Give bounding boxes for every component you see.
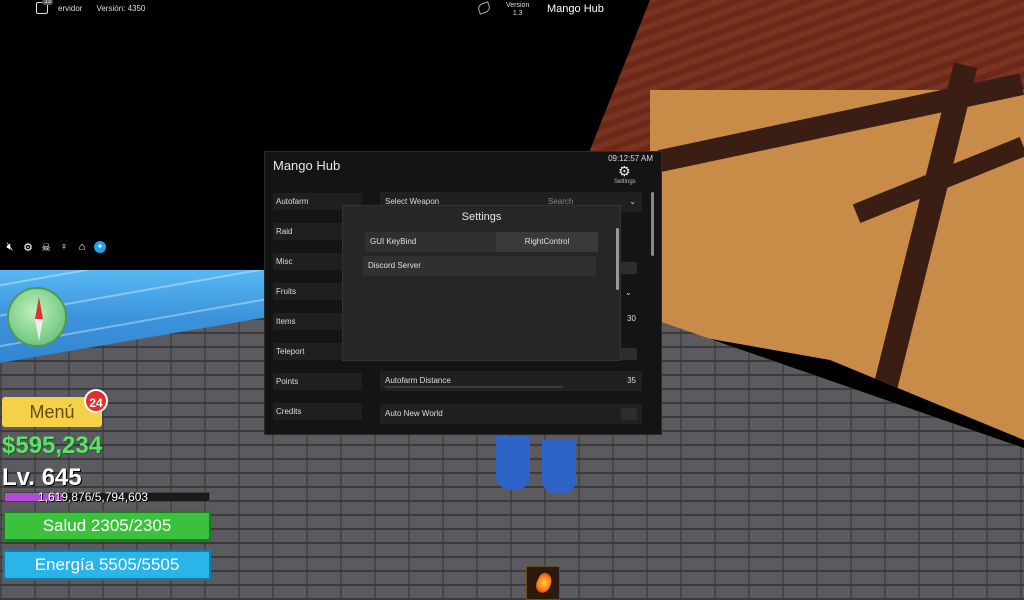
auto-new-world-label: Auto New World xyxy=(385,409,443,418)
player-leg xyxy=(496,436,530,490)
discord-server-button[interactable]: Discord Server xyxy=(363,256,596,276)
energy-bar: Energía 5505/5505 xyxy=(3,550,211,580)
autofarm-distance-slider[interactable]: Autofarm Distance 35 xyxy=(380,371,642,391)
microphone-icon[interactable]: ♀ xyxy=(58,241,70,254)
sidebar-item-points[interactable]: Points xyxy=(273,373,362,390)
gear-icon[interactable]: ⚙ xyxy=(22,241,34,254)
hub-version-number: 1.3 xyxy=(512,10,523,17)
toggle-switch[interactable] xyxy=(621,408,637,420)
settings-panel: Settings GUI KeyBind RightControl Discor… xyxy=(342,205,621,361)
hub-clock: 09:12:57 AM xyxy=(608,154,653,163)
hidden-toggle[interactable] xyxy=(621,348,637,360)
hub-scrollbar[interactable] xyxy=(651,192,654,256)
quick-icons: 🔇︎ ⚙ ☠ ♀ ⌂ ✦ xyxy=(4,241,106,254)
gui-keybind-row[interactable]: GUI KeyBind RightControl xyxy=(365,232,598,252)
player-character xyxy=(492,436,582,496)
hidden-toggle[interactable] xyxy=(621,262,637,274)
twitter-icon[interactable]: ✦ xyxy=(94,241,106,253)
chevron-down-icon[interactable]: ⌄ xyxy=(625,288,632,297)
server-badge: 13 xyxy=(42,0,53,5)
hidden-slider-value: 30 xyxy=(627,314,636,323)
mute-icon[interactable]: 🔇︎ xyxy=(4,241,16,254)
topbar-left: 13 ervidor Versión: 4350 xyxy=(0,0,145,16)
settings-gear-icon[interactable]: ⚙ xyxy=(618,163,631,180)
gui-keybind-label: GUI KeyBind xyxy=(370,237,417,246)
compass-needle-south xyxy=(35,319,43,341)
autofarm-distance-label: Autofarm Distance xyxy=(385,376,451,385)
settings-label[interactable]: Settings xyxy=(614,179,636,185)
hub-version-label: Version xyxy=(506,2,530,9)
chevron-down-icon[interactable]: ⌄ xyxy=(629,192,636,212)
hub-title: Mango Hub xyxy=(273,158,341,173)
menu-notification-badge: 24 xyxy=(84,389,108,413)
level-display: Lv. 645 xyxy=(2,464,82,491)
compass[interactable] xyxy=(7,287,67,347)
compass-needle-north xyxy=(35,297,43,319)
version-label: Versión: 4350 xyxy=(96,3,146,13)
home-icon[interactable]: ⌂ xyxy=(76,241,88,254)
servers-label[interactable]: ervidor xyxy=(58,4,82,13)
gui-keybind-button[interactable]: RightControl xyxy=(496,232,598,252)
clipboard-icon[interactable]: 13 xyxy=(36,0,53,14)
settings-title: Settings xyxy=(461,211,502,223)
auto-new-world-toggle[interactable]: Auto New World xyxy=(380,404,642,424)
money-counter: $595,234 xyxy=(2,432,103,459)
top-title: Mango Hub xyxy=(547,3,604,15)
skull-icon[interactable]: ☠ xyxy=(40,241,52,254)
xp-text: 1,619,876/5,794,603 xyxy=(38,490,149,504)
hotbar-fruit-slot[interactable] xyxy=(526,566,560,600)
autofarm-distance-value: 35 xyxy=(627,376,636,385)
player-leg xyxy=(542,440,576,494)
sidebar-item-credits[interactable]: Credits xyxy=(273,403,362,420)
health-bar: Salud 2305/2305 xyxy=(3,511,211,541)
slider-track[interactable] xyxy=(385,386,563,388)
settings-scrollbar[interactable] xyxy=(616,228,619,290)
hub-version: Version 1.3 xyxy=(506,2,529,18)
